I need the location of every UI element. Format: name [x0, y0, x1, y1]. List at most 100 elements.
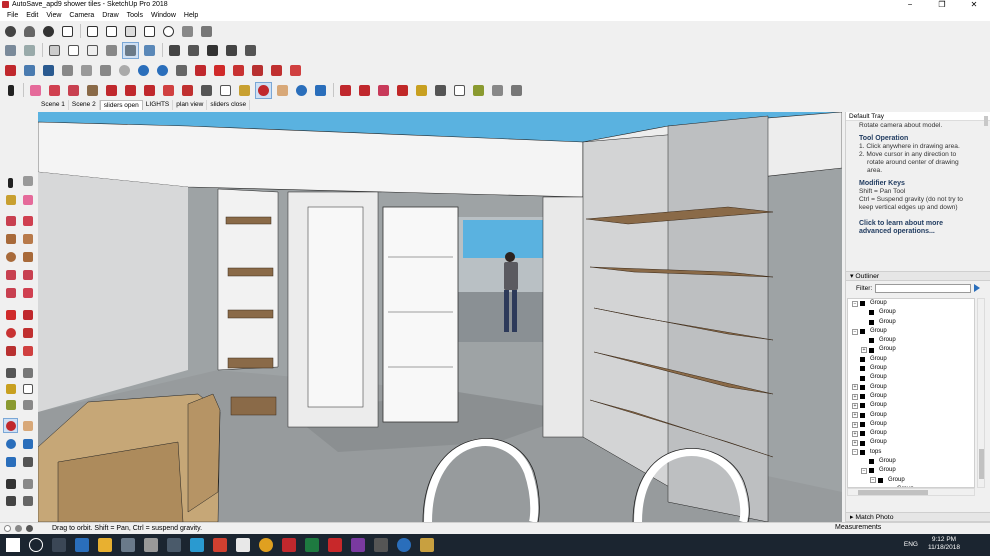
- tape-icon[interactable]: [199, 24, 214, 39]
- layout-icon[interactable]: [104, 24, 119, 39]
- xray-icon[interactable]: [47, 43, 62, 58]
- square-icon[interactable]: [142, 24, 157, 39]
- orbit-icon[interactable]: [255, 81, 272, 99]
- layout-send-icon[interactable]: [243, 43, 258, 58]
- outliner-row[interactable]: − tops: [848, 448, 974, 457]
- dimension2-icon[interactable]: [21, 366, 34, 379]
- chrome-icon[interactable]: [259, 538, 273, 552]
- user-icon[interactable]: [22, 24, 37, 39]
- pan-icon[interactable]: [275, 83, 290, 98]
- store-taskbar-icon[interactable]: [75, 538, 89, 552]
- section-icon[interactable]: [471, 83, 486, 98]
- save-icon[interactable]: [41, 63, 56, 78]
- tape-measure-icon[interactable]: [199, 83, 214, 98]
- follow-me-icon[interactable]: [269, 63, 284, 78]
- walk-icon[interactable]: [490, 83, 505, 98]
- offset3-icon[interactable]: [21, 344, 34, 357]
- expander-icon[interactable]: −: [852, 449, 858, 456]
- menu-file[interactable]: File: [3, 10, 22, 21]
- minimize-button[interactable]: −: [894, 0, 926, 10]
- menu-edit[interactable]: Edit: [22, 10, 42, 21]
- scene-tab-sliders-open[interactable]: sliders open: [99, 100, 143, 110]
- file-explorer-icon[interactable]: [98, 538, 112, 552]
- horizontal-scroll-thumb[interactable]: [858, 490, 928, 495]
- menu-camera[interactable]: Camera: [65, 10, 98, 21]
- expander-icon[interactable]: −: [861, 467, 867, 474]
- tape2-icon[interactable]: [4, 366, 17, 379]
- outliner-row[interactable]: Group: [848, 355, 974, 364]
- media-icon[interactable]: [167, 538, 181, 552]
- task-view-icon[interactable]: [52, 538, 66, 552]
- menu-window[interactable]: Window: [147, 10, 180, 21]
- taskbar-clock[interactable]: 9:12 PM 11/18/2018: [928, 536, 960, 552]
- scene-tab-1[interactable]: Scene 1: [38, 100, 69, 110]
- arc4-icon[interactable]: [21, 286, 34, 299]
- menu-tools[interactable]: Tools: [123, 10, 147, 21]
- hidden-line-icon[interactable]: [85, 43, 100, 58]
- textured-icon[interactable]: [122, 41, 139, 59]
- drawing-area-viewport[interactable]: [38, 112, 842, 522]
- monochrome-icon[interactable]: [142, 43, 157, 58]
- pen-icon[interactable]: [144, 538, 158, 552]
- erase-icon[interactable]: [117, 63, 132, 78]
- iso-view-icon[interactable]: [3, 43, 18, 58]
- orbit2-icon[interactable]: [3, 418, 18, 433]
- outliner-row[interactable]: − Group: [848, 476, 974, 485]
- axes2-icon[interactable]: [4, 398, 17, 411]
- expander-icon[interactable]: +: [852, 393, 858, 400]
- protractor2-icon[interactable]: [4, 382, 17, 395]
- scene-tab-sliders-close[interactable]: sliders close: [207, 100, 251, 110]
- paint-bucket2-icon[interactable]: [4, 193, 17, 206]
- scene-tab-plan-view[interactable]: plan view: [173, 100, 208, 110]
- menu-view[interactable]: View: [42, 10, 65, 21]
- maximize-button[interactable]: ❐: [926, 0, 958, 10]
- components-icon[interactable]: [357, 83, 372, 98]
- expander-icon[interactable]: +: [852, 384, 858, 391]
- text-icon[interactable]: [218, 83, 233, 98]
- print-icon[interactable]: [174, 63, 189, 78]
- credits-icon[interactable]: [15, 525, 22, 532]
- filter-input[interactable]: [875, 283, 972, 293]
- expander-icon[interactable]: +: [852, 402, 858, 409]
- arc2-icon[interactable]: [4, 268, 17, 281]
- close-button[interactable]: ✕: [958, 0, 990, 10]
- zoom-extents2-icon[interactable]: [4, 455, 17, 468]
- scene-tab-lights[interactable]: LIGHTS: [143, 100, 174, 110]
- scale2-icon[interactable]: [4, 344, 17, 357]
- scene-tab-2[interactable]: Scene 2: [69, 100, 100, 110]
- paint-icon[interactable]: [180, 24, 195, 39]
- tray-scrollbar[interactable]: [984, 116, 988, 126]
- expander-icon[interactable]: −: [870, 477, 876, 484]
- outliner-row[interactable]: Group: [848, 373, 974, 382]
- shaded-icon[interactable]: [104, 43, 119, 58]
- warehouse-icon[interactable]: [167, 43, 182, 58]
- folder-icon[interactable]: [121, 538, 135, 552]
- previous-view-icon[interactable]: [21, 455, 34, 468]
- copy2-icon[interactable]: [79, 63, 94, 78]
- outliner-vertical-scrollbar[interactable]: [977, 298, 985, 488]
- outliner-header[interactable]: ▾ Outliner: [846, 271, 990, 281]
- skype-icon[interactable]: [190, 538, 204, 552]
- vertical-scroll-thumb[interactable]: [979, 449, 984, 479]
- outliner-row[interactable]: − Group: [848, 466, 974, 475]
- edge-icon[interactable]: [397, 538, 411, 552]
- push-pull2-icon[interactable]: [21, 308, 34, 321]
- rectangle-icon[interactable]: [85, 83, 100, 98]
- rotate-icon[interactable]: [142, 83, 157, 98]
- extension-red-icon[interactable]: [3, 63, 18, 78]
- sliding-door-left[interactable]: [307, 206, 364, 408]
- dimension-icon[interactable]: [433, 83, 448, 98]
- outliner-row[interactable]: Group: [848, 318, 974, 327]
- eraser2-icon[interactable]: [21, 193, 34, 206]
- outliner-horizontal-scrollbar[interactable]: [847, 488, 975, 496]
- select-icon[interactable]: [4, 176, 17, 189]
- outliner-row[interactable]: + Group: [848, 429, 974, 438]
- outliner-row[interactable]: Group: [848, 457, 974, 466]
- zoom-icon[interactable]: [294, 83, 309, 98]
- polygon-icon[interactable]: [21, 250, 34, 263]
- offset2-icon[interactable]: [180, 83, 195, 98]
- expander-icon[interactable]: +: [852, 412, 858, 419]
- gear-icon[interactable]: [3, 24, 18, 39]
- push-pull-icon[interactable]: [104, 83, 119, 98]
- move-icon[interactable]: [123, 83, 138, 98]
